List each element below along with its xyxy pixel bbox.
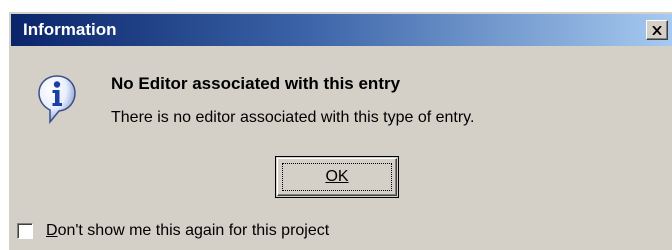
dont-show-again-checkbox[interactable] bbox=[17, 223, 33, 239]
message-text: There is no editor associated with this … bbox=[111, 109, 475, 126]
label-rest: on't show me this again for this project bbox=[57, 222, 330, 239]
information-icon bbox=[38, 75, 76, 125]
label-mnemonic: D bbox=[46, 222, 58, 239]
ok-button[interactable]: OK bbox=[275, 156, 399, 198]
dialog-title: Information bbox=[23, 20, 117, 39]
message-heading: No Editor associated with this entry bbox=[111, 74, 401, 93]
dont-show-again-label[interactable]: Don't show me this again for this projec… bbox=[46, 222, 329, 240]
close-icon bbox=[652, 25, 662, 35]
ok-button-label: OK bbox=[325, 168, 349, 185]
dont-show-again-option[interactable]: Don't show me this again for this projec… bbox=[17, 222, 329, 240]
close-button[interactable] bbox=[646, 20, 668, 40]
ok-button-focus-rect: OK bbox=[282, 163, 392, 191]
title-bar[interactable]: Information bbox=[11, 14, 672, 46]
information-dialog: Information No Editor associated with th… bbox=[8, 11, 672, 250]
